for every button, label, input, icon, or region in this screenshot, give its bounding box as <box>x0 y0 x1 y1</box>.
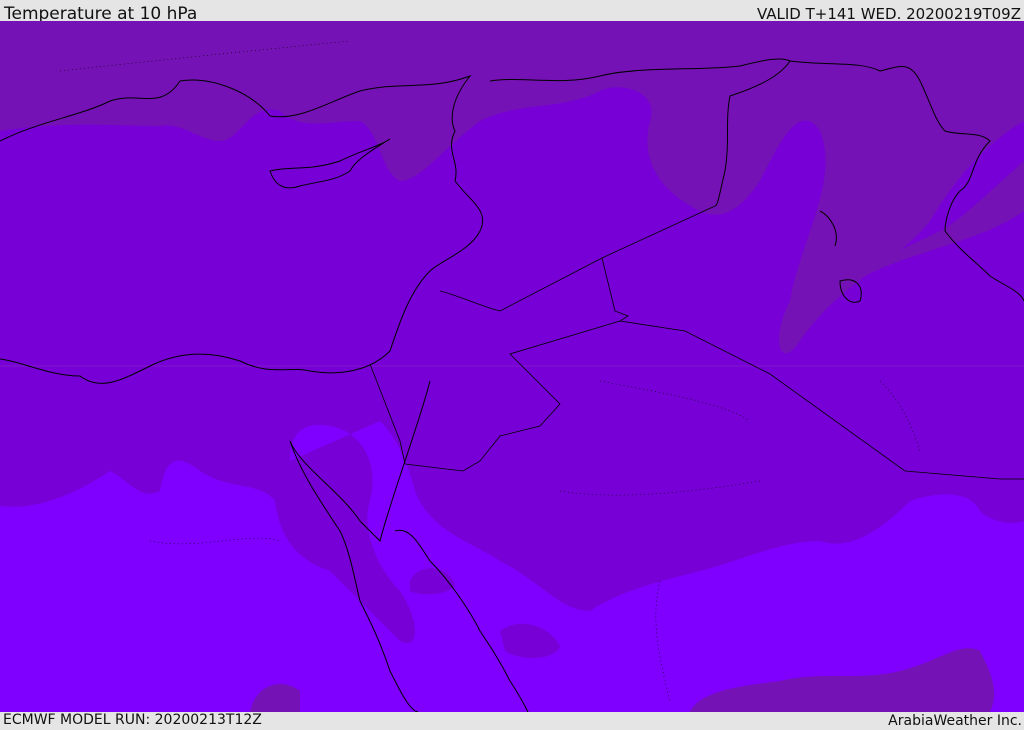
header-bar: Temperature at 10 hPa VALID T+141 WED. 2… <box>0 0 1024 24</box>
credit: ArabiaWeather Inc. <box>888 713 1022 729</box>
model-run: ECMWF MODEL RUN: 20200213T12Z <box>3 712 262 728</box>
temperature-map <box>0 21 1024 712</box>
footer-bar: ECMWF MODEL RUN: 20200213T12Z ArabiaWeat… <box>0 712 1024 729</box>
